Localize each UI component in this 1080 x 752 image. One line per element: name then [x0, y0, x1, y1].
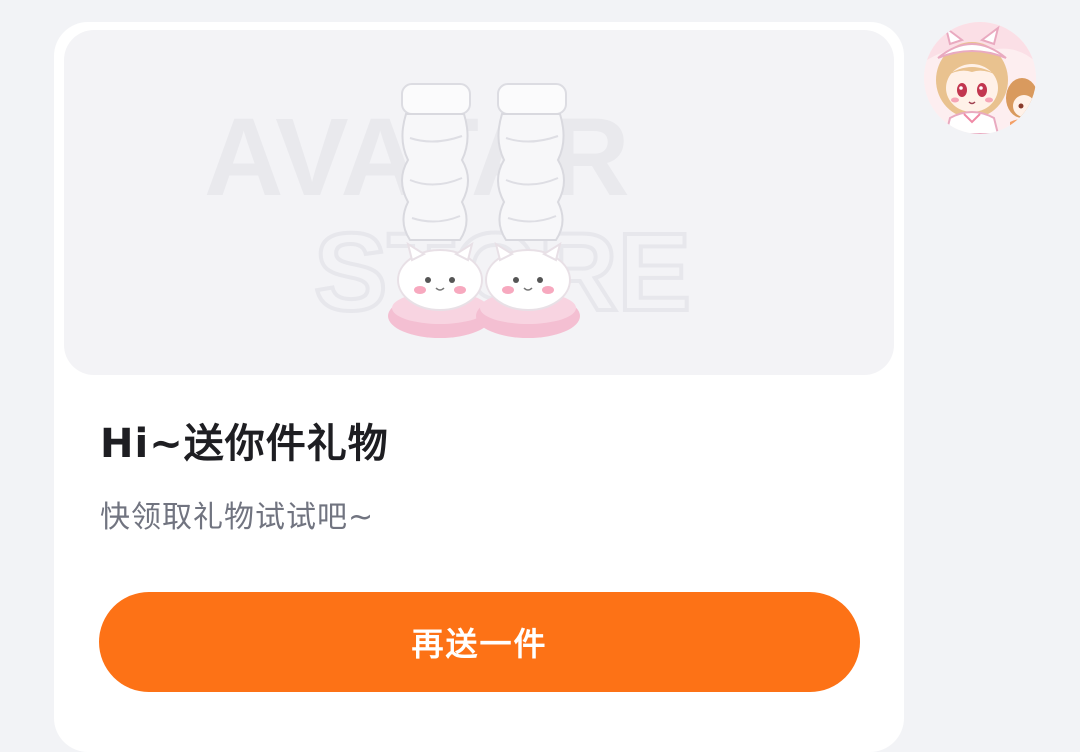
gift-item-preview: AVATAR STORE	[64, 30, 894, 375]
gift-card: AVATAR STORE	[54, 22, 904, 752]
gift-card-title: Hi~送你件礼物	[100, 421, 389, 467]
leg-warmers-bunny-slippers-image	[384, 80, 584, 340]
anime-girl-avatar[interactable]	[924, 22, 1036, 134]
gift-card-subtitle: 快领取礼物试试吧~	[100, 500, 375, 535]
send-another-button[interactable]: 再送一件	[99, 592, 860, 692]
